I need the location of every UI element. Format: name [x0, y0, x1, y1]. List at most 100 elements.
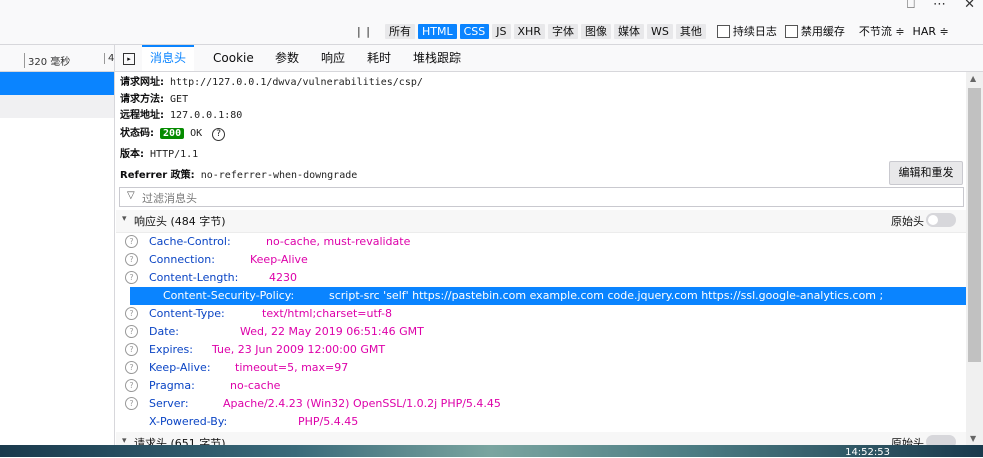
request-row[interactable] [0, 95, 114, 118]
header-name: Server: [149, 397, 189, 410]
har-select[interactable]: HAR ≑ [913, 25, 949, 38]
disable-cache-label: 禁用缓存 [800, 25, 845, 38]
header-name: Pragma: [149, 379, 195, 392]
header-help-icon[interactable]: ? [125, 235, 138, 248]
response-header-row[interactable]: Content-Security-Policy: script-src 'self… [130, 287, 979, 305]
desktop-taskbar: 14:52:53 [0, 445, 983, 458]
more-icon[interactable]: ⋯ [933, 0, 946, 12]
persist-logs-label: 持续日志 [732, 25, 777, 38]
header-value: Apache/2.4.23 (Win32) OpenSSL/1.0.2j PHP… [223, 397, 501, 410]
persist-logs-checkbox[interactable]: 持续日志 [716, 23, 777, 39]
filter-other[interactable]: 其他 [675, 23, 706, 39]
response-header-row[interactable]: ? Content-Length: 4230 [116, 269, 965, 287]
header-name: Expires: [149, 343, 193, 356]
response-header-row[interactable]: ? Cache-Control: no-cache, must-revalidate [116, 233, 965, 251]
edit-resend-button[interactable]: 编辑和重发 [889, 161, 963, 185]
header-help-icon[interactable]: ? [125, 361, 138, 374]
header-help-icon[interactable]: ? [125, 397, 138, 410]
remote-address: 127.0.0.1:80 [170, 110, 243, 121]
scroll-thumb[interactable] [968, 88, 981, 362]
response-header-row[interactable]: X-Powered-By: PHP/5.4.45 [116, 413, 965, 431]
header-value: PHP/5.4.45 [298, 415, 359, 428]
scroll-down-icon[interactable]: ▼ [970, 434, 976, 443]
response-header-row[interactable]: ? Connection: Keep-Alive [116, 251, 965, 269]
filter-media[interactable]: 媒体 [613, 23, 644, 39]
header-help-icon[interactable]: ? [125, 325, 138, 338]
header-value: Wed, 22 May 2019 06:51:46 GMT [240, 325, 424, 338]
header-name: Content-Security-Policy: [163, 289, 295, 302]
section-title: 响应头 (484 字节) [134, 215, 226, 228]
filter-ws[interactable]: WS [646, 23, 673, 39]
method-label: 请求方法: [120, 94, 164, 105]
request-row-selected[interactable] [0, 72, 114, 95]
referrer-row: Referrer 政策: no-referrer-when-downgrade [120, 166, 357, 181]
header-value: text/html;charset=utf-8 [262, 307, 393, 320]
header-name: Cache-Control: [149, 235, 231, 248]
filter-xhr[interactable]: XHR [513, 23, 545, 39]
header-name: Keep-Alive: [149, 361, 211, 374]
status-label: 状态码: [120, 128, 154, 139]
filter-images[interactable]: 图像 [580, 23, 611, 39]
response-header-row[interactable]: ? Content-Type: text/html;charset=utf-8 [116, 305, 965, 323]
filter-bar: | | 所有 HTML CSS JS XHR 字体 图像 媒体 WS 其他 持续… [357, 22, 949, 40]
header-help-icon[interactable]: ? [125, 379, 138, 392]
request-headers-section[interactable]: ▾ 请求头 (651 字节) 原始头 [116, 432, 966, 446]
filter-icon: ▽ [127, 190, 135, 201]
header-value: 4230 [269, 271, 297, 284]
header-value: Tue, 23 Jun 2009 12:00:00 GMT [212, 343, 386, 356]
disable-cache-checkbox[interactable]: 禁用缓存 [784, 23, 845, 39]
header-name: Connection: [149, 253, 215, 266]
toggle-knob [928, 215, 938, 225]
request-url: http://127.0.0.1/dwva/vulnerabilities/cs… [170, 77, 423, 88]
filter-css[interactable]: CSS [459, 23, 490, 39]
header-help-icon[interactable]: ? [125, 307, 138, 320]
response-header-row[interactable]: ? Date: Wed, 22 May 2019 06:51:46 GMT [116, 323, 965, 341]
tab-response[interactable]: 响应 [313, 45, 353, 70]
header-name: Date: [149, 325, 179, 338]
network-toolbar: ⎕ ⋯ ✕ | | 所有 HTML CSS JS XHR 字体 图像 媒体 WS… [0, 0, 983, 45]
http-version: HTTP/1.1 [150, 149, 199, 160]
referrer-label: Referrer 政策: [120, 170, 195, 181]
raw-headers-label: 原始头 [891, 215, 924, 228]
filter-fonts[interactable]: 字体 [547, 23, 578, 39]
tab-timings[interactable]: 耗时 [359, 45, 399, 70]
close-icon[interactable]: ✕ [964, 0, 975, 12]
collapse-triangle-icon[interactable]: ▾ [122, 214, 127, 224]
response-header-row[interactable]: ? Keep-Alive: timeout=5, max=97 [116, 359, 965, 377]
header-name: X-Powered-By: [149, 415, 228, 428]
split-icon[interactable]: ⎕ [907, 0, 915, 12]
tab-headers[interactable]: 消息头 [142, 45, 195, 71]
toggle-panel-icon[interactable]: ▸ [123, 53, 135, 65]
response-header-row[interactable]: ? Pragma: no-cache [116, 377, 965, 395]
request-method: GET [170, 94, 189, 105]
header-help-icon[interactable]: ? [125, 271, 138, 284]
filter-headers-input[interactable]: ▽ 过滤消息头 [119, 187, 964, 207]
tab-cookie[interactable]: Cookie [205, 45, 262, 70]
help-icon[interactable]: ? [212, 128, 226, 141]
scroll-up-icon[interactable]: ▲ [970, 74, 976, 83]
header-value: script-src 'self' https://pastebin.com e… [329, 289, 884, 302]
checkbox-icon [716, 24, 730, 38]
filter-placeholder: 过滤消息头 [142, 192, 197, 205]
response-header-row[interactable]: ? Expires: Tue, 23 Jun 2009 12:00:00 GMT [116, 341, 965, 359]
raw-headers-toggle[interactable] [926, 213, 956, 227]
header-help-icon[interactable]: ? [125, 253, 138, 266]
vertical-scrollbar[interactable]: ▲ ▼ [966, 72, 983, 445]
throttle-select[interactable]: 不节流 ≑ [859, 23, 905, 39]
filter-all[interactable]: 所有 [385, 23, 415, 39]
request-method-row: 请求方法: GET [120, 90, 188, 105]
header-value: timeout=5, max=97 [235, 361, 349, 374]
timeline-header: 320 毫秒 4( [0, 45, 118, 72]
filter-html[interactable]: HTML [418, 23, 457, 39]
tab-stack-trace[interactable]: 堆栈跟踪 [405, 45, 469, 70]
filter-js[interactable]: JS [492, 23, 511, 39]
header-name: Content-Length: [149, 271, 239, 284]
url-label: 请求网址: [120, 77, 164, 88]
header-help-icon[interactable]: ? [125, 343, 138, 356]
header-name: Content-Type: [149, 307, 225, 320]
tab-params[interactable]: 参数 [267, 45, 307, 70]
status-badge: 200 [160, 128, 185, 139]
pause-button[interactable]: | | [357, 25, 371, 38]
response-header-row[interactable]: ? Server: Apache/2.4.23 (Win32) OpenSSL/1.… [116, 395, 965, 413]
response-headers-section[interactable]: ▾ 响应头 (484 字节) 原始头 [116, 210, 966, 233]
